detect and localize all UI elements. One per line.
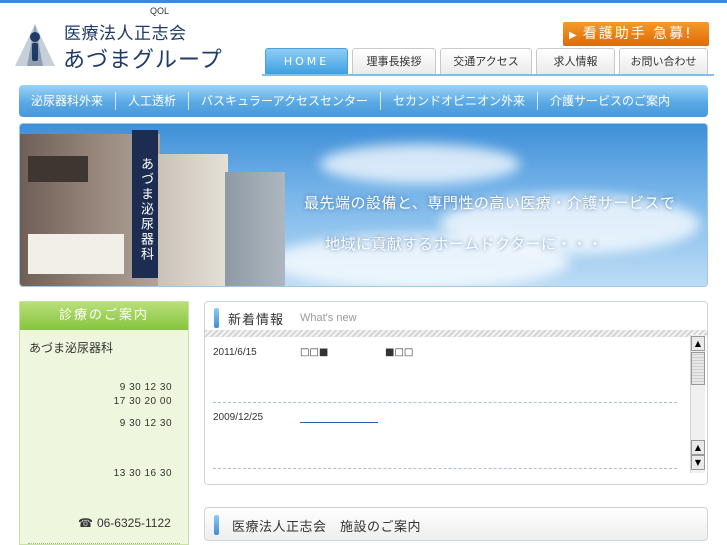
tab-greeting[interactable]: 理事長挨拶	[352, 48, 436, 75]
tab-recruit[interactable]: 求人情報	[536, 48, 615, 75]
scroll-up-icon[interactable]: ▲	[691, 336, 705, 351]
hero-banner: あづま泌尿器科 最先端の設備と、専門性の高い医療・介護サービスで 地域に貢献する…	[19, 123, 708, 287]
clinic-info-panel: 診療のご案内 あづま泌尿器科 9 30 12 30 17 30 20 00 9 …	[19, 301, 189, 545]
cloud	[320, 144, 520, 184]
play-arrow-icon: ▶	[569, 30, 579, 41]
nav-second-opinion[interactable]: セカンドオピニオン外来	[379, 92, 537, 110]
news-divider	[213, 468, 677, 469]
heading-accent-bar	[214, 515, 219, 535]
tab-access[interactable]: 交通アクセス	[440, 48, 532, 75]
nav-vascular-access[interactable]: バスキュラーアクセスセンター	[188, 92, 380, 110]
building-sign: あづま泌尿器科	[132, 130, 158, 278]
clinic-info-heading: 診療のご案内	[20, 302, 188, 330]
scroll-down-icon[interactable]: ▼	[691, 455, 705, 470]
tab-home[interactable]: HOME	[265, 48, 348, 75]
news-stripe	[205, 330, 707, 337]
qol-label: QOL	[150, 6, 170, 16]
top-accent-line	[0, 0, 727, 3]
news-divider	[213, 402, 677, 403]
scroll-thumb[interactable]	[691, 352, 705, 385]
facility-title: 医療法人正志会 施設のご案内	[232, 520, 422, 535]
group-logo-icon[interactable]	[13, 22, 57, 68]
news-title: 新着情報	[228, 313, 285, 328]
building-window	[28, 234, 124, 274]
news-text[interactable]: □□■	[300, 347, 328, 358]
news-date: 2011/6/15	[213, 347, 257, 358]
news-subtitle: What's new	[300, 312, 357, 324]
news-date: 2009/12/25	[213, 412, 264, 423]
news-panel: 新着情報 What's new 2011/6/15 □□■ ■□□ 2009/1…	[204, 301, 708, 485]
nav-urology[interactable]: 泌尿器科外来	[19, 92, 115, 110]
recruit-banner-text: 看護助手 急募!	[582, 26, 693, 42]
hours-row: 9 30 12 30	[119, 418, 172, 429]
service-nav: 泌尿器科外来 人工透析 バスキュラーアクセスセンター セカンドオピニオン外来 介…	[19, 85, 708, 117]
nav-underline	[262, 74, 714, 76]
scroll-up-icon[interactable]: ▲	[691, 440, 705, 455]
recruit-banner[interactable]: ▶ 看護助手 急募!	[563, 22, 709, 46]
heading-accent-bar	[214, 308, 219, 328]
news-scrollbar[interactable]: ▲ ▲ ▼	[690, 335, 705, 473]
phone-number[interactable]: ☎ 06-6325-1122	[78, 516, 171, 530]
building-window	[28, 156, 88, 182]
hours-row: 9 30 12 30	[119, 382, 172, 393]
hours-row: 13 30 16 30	[113, 468, 172, 479]
phone-icon: ☎	[78, 516, 93, 530]
hero-tagline-1: 最先端の設備と、専門性の高い医療・介護サービスで	[304, 194, 676, 212]
nav-dialysis[interactable]: 人工透析	[115, 92, 188, 110]
group-name[interactable]: あづまグループ	[63, 42, 223, 74]
panel-divider	[28, 543, 180, 544]
tab-contact[interactable]: お問い合わせ	[619, 48, 708, 75]
hero-tagline-2: 地域に貢献するホームドクターに・・・	[325, 235, 603, 253]
nav-care-service[interactable]: 介護サービスのご案内	[536, 92, 682, 110]
phone-text: 06-6325-1122	[96, 516, 171, 530]
organization-name: 医療法人正志会	[64, 24, 187, 44]
news-link[interactable]	[300, 422, 378, 423]
building-side	[225, 172, 285, 286]
building-main	[158, 154, 228, 286]
news-text[interactable]: ■□□	[385, 347, 413, 358]
top-nav: HOME 理事長挨拶 交通アクセス 求人情報 お問い合わせ	[265, 48, 708, 75]
facility-panel: 医療法人正志会 施設のご案内	[204, 507, 708, 541]
clinic-name[interactable]: あづま泌尿器科	[29, 339, 113, 356]
hours-row: 17 30 20 00	[113, 396, 172, 407]
